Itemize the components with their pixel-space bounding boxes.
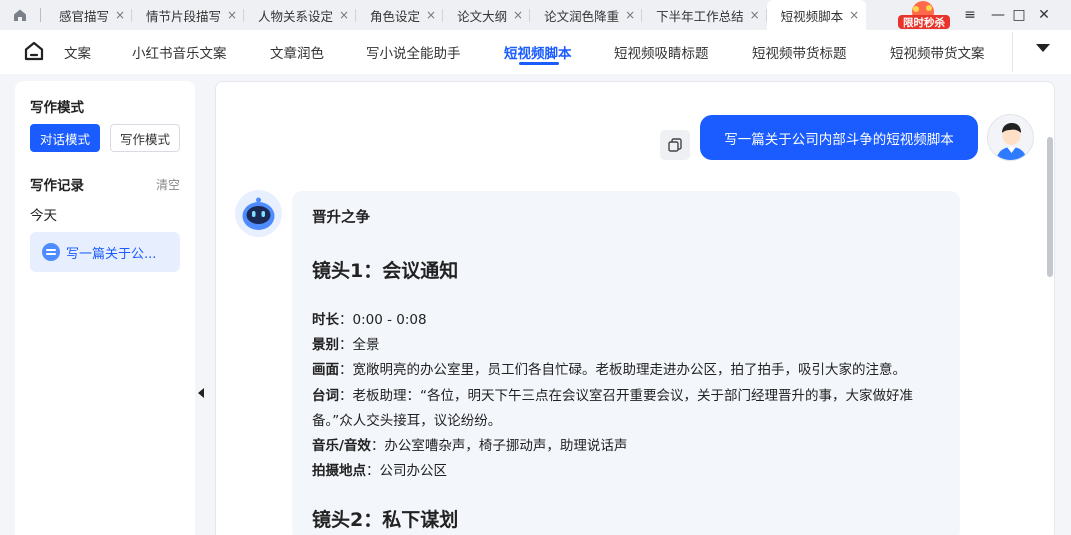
field-value: ：全景 [339,337,380,353]
nav-item-novel-assistant[interactable]: 写小说全能助手 [366,42,461,62]
nav-item-video-sales-title[interactable]: 短视频带货标题 [752,42,847,62]
nav-item-xiaohongshu-music[interactable]: 小红书音乐文案 [132,42,227,62]
shot-audio: 音乐/音效：办公室嘈杂声，椅子挪动声，助理说话声 [312,434,627,454]
assistant-avatar [235,190,282,237]
record-item-label: 写一篇关于公... [66,246,157,262]
tab-label: 短视频脚本 [780,8,844,24]
field-value: ：公司办公区 [366,463,447,479]
document-icon [42,243,60,261]
close-icon[interactable]: × [425,8,437,22]
chat-scrollbar[interactable] [1047,137,1053,277]
shot-location: 拍摄地点：公司办公区 [312,459,447,479]
tab-separator [40,8,41,22]
close-icon[interactable]: × [338,8,350,22]
tab-label: 论文大纲 [457,8,508,24]
copy-button[interactable] [660,130,690,160]
close-icon[interactable]: × [114,8,126,22]
nav-item-video-catchy-title[interactable]: 短视频吸睛标题 [614,42,709,62]
script-title: 晋升之争 [312,210,370,226]
user-avatar [987,114,1034,161]
field-value: ：宽敞明亮的办公室里，员工们各自忙碌。老板助理走进办公区，拍了拍手，吸引大家的注… [339,362,906,378]
shot-heading: 镜头2：私下谋划 [312,509,459,531]
shot-scene: 景别：全景 [312,333,380,353]
flash-sale-text: 限时秒杀 [903,16,945,29]
chat-mode-button[interactable]: 对话模式 [30,124,100,152]
user-avatar-icon [996,123,1027,160]
flash-sale-badge[interactable]: 限时秒杀 [896,0,952,30]
nav-item-video-sales-copy[interactable]: 短视频带货文案 [890,42,985,62]
shot-dialogue-continued: 备。”众人交头接耳，议论纷纷。 [312,413,502,429]
nav-item-article-polish[interactable]: 文章润色 [270,42,324,62]
field-value: ：办公室嘈杂声，椅子挪动声，助理说话声 [370,438,628,454]
menu-icon[interactable]: ≡ [958,0,982,30]
shot-visual: 画面：宽敞明亮的办公室里，员工们各自忙碌。老板助理走进办公区，拍了拍手，吸引大家… [312,358,906,378]
tab-label: 论文润色降重 [544,8,620,24]
tab-work-summary[interactable]: 下半年工作总结 × [642,0,767,30]
tab-paper-outline[interactable]: 论文大纲 × [443,0,531,30]
copy-icon [668,138,682,152]
assistant-message-card: 晋升之争 镜头1：会议通知 时长：0:00 - 0:08 景别：全景 画面：宽敞… [292,191,960,535]
tab-plot-fragment[interactable]: 情节片段描写 × [132,0,245,30]
writing-mode-title: 写作模式 [30,100,84,116]
field-label: 台词 [312,388,339,404]
close-icon[interactable]: × [624,8,636,22]
nav-divider [1012,32,1013,72]
tab-sensory[interactable]: 感官描写 × [45,0,133,30]
close-icon[interactable]: × [226,8,238,22]
nav-item-copywriting[interactable]: 文案 [64,42,91,62]
home-icon [14,9,26,21]
tab-character-relations[interactable]: 人物关系设定 × [244,0,357,30]
tab-character-setting[interactable]: 角色设定 × [356,0,444,30]
field-label: 拍摄地点 [312,463,366,479]
tab-label: 角色设定 [370,8,421,24]
robot-icon [242,197,275,230]
nav-item-short-video-script[interactable]: 短视频脚本 [504,42,572,62]
shot-heading: 镜头1：会议通知 [312,260,459,282]
sidebar-collapse-handle[interactable] [195,378,207,408]
clear-records-button[interactable]: 清空 [156,176,180,193]
window-close-icon[interactable]: ✕ [1032,0,1056,30]
shot-duration: 时长：0:00 - 0:08 [312,308,427,328]
flash-sale-icon: 限时秒杀 [898,1,950,29]
tab-short-video-script[interactable]: 短视频脚本 × [766,0,867,30]
tab-label: 感官描写 [59,8,110,24]
writing-records-title: 写作记录 [30,178,84,194]
home-tab-button[interactable] [0,0,40,30]
shot-dialogue: 台词：老板助理：“各位，明天下午三点在会议室召开重要会议，关于部门经理晋升的事，… [312,384,913,404]
active-nav-indicator [519,62,559,65]
maximize-icon[interactable]: □ [1007,0,1031,30]
tab-label: 情节片段描写 [146,8,222,24]
sidebar: 写作模式 对话模式 写作模式 写作记录 清空 今天 写一篇关于公... [15,81,195,535]
field-label: 景别 [312,337,339,353]
tab-label: 下半年工作总结 [656,8,744,24]
close-icon[interactable]: × [749,8,761,22]
close-icon[interactable]: × [512,8,524,22]
home-icon[interactable] [22,39,46,63]
field-value: ：0:00 - 0:08 [339,312,427,328]
record-item[interactable]: 写一篇关于公... [30,232,180,272]
field-label: 音乐/音效 [312,438,371,454]
chevron-down-icon[interactable] [1036,44,1050,52]
close-icon[interactable]: × [848,8,860,22]
user-message-bubble: 写一篇关于公司内部斗争的短视频脚本 [700,115,978,160]
field-label: 时长 [312,312,339,328]
tab-paper-polish[interactable]: 论文润色降重 × [530,0,643,30]
field-value: ：老板助理：“各位，明天下午三点在会议室召开重要会议，关于部门经理晋升的事，大家… [339,388,913,404]
records-date-group: 今天 [30,208,57,224]
tab-label: 人物关系设定 [258,8,334,24]
writing-mode-button[interactable]: 写作模式 [110,124,180,152]
field-label: 画面 [312,362,339,378]
